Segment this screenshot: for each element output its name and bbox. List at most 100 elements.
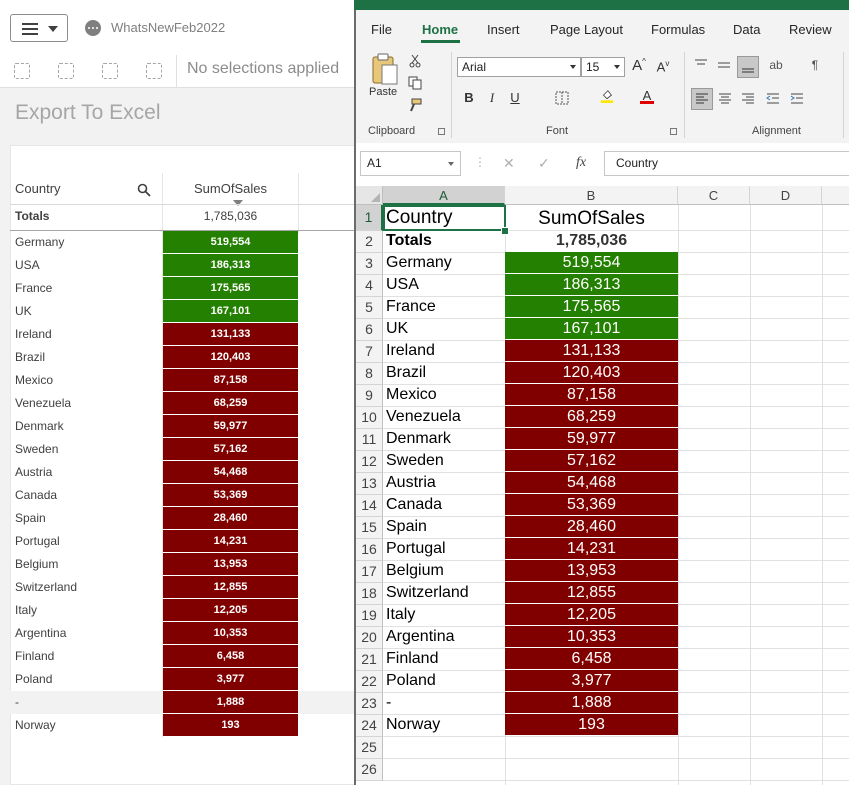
font-size-select[interactable]: 15 (581, 57, 625, 77)
font-launcher-icon[interactable] (670, 128, 677, 135)
cell-sales[interactable]: 14,231 (505, 538, 678, 559)
cell-sales[interactable]: 1,888 (505, 692, 678, 713)
search-icon[interactable] (137, 183, 151, 197)
italic-icon[interactable]: I (486, 90, 498, 106)
table-row[interactable]: Argentina 10,353 (10, 622, 355, 645)
bold-icon[interactable]: B (463, 90, 475, 105)
tab-insert[interactable]: Insert (487, 22, 520, 37)
cell-country[interactable]: Denmark (386, 428, 451, 450)
country-cell[interactable]: USA (15, 258, 40, 272)
cell-b2[interactable]: 1,785,036 (505, 230, 678, 251)
country-cell[interactable]: France (15, 281, 52, 295)
cell-b1[interactable]: SumOfSales (505, 207, 678, 231)
country-cell[interactable]: - (15, 695, 19, 709)
cell-country[interactable]: Poland (386, 670, 436, 692)
row-header[interactable]: 7 (356, 341, 383, 363)
country-cell[interactable]: Germany (15, 235, 64, 249)
country-cell[interactable]: Mexico (15, 373, 53, 387)
cell-country[interactable]: Brazil (386, 362, 426, 384)
table-row[interactable]: Poland 3,977 (10, 668, 355, 691)
paste-icon[interactable] (370, 52, 400, 86)
cell-sales[interactable]: 186,313 (505, 274, 678, 295)
increase-indent-icon[interactable] (790, 92, 804, 106)
orientation-icon[interactable]: ab (766, 58, 786, 72)
global-menu-button[interactable] (10, 14, 68, 42)
table-row[interactable]: USA 186,313 (10, 254, 355, 277)
row-header[interactable]: 3 (356, 253, 383, 275)
cell-country[interactable]: Germany (386, 252, 452, 274)
row-header[interactable]: 18 (356, 583, 383, 605)
tab-file[interactable]: File (371, 22, 392, 37)
cell-sales[interactable]: 57,162 (505, 450, 678, 471)
copy-icon[interactable] (408, 76, 422, 90)
row-header[interactable]: 2 (356, 231, 383, 253)
cell-country[interactable]: Venezuela (386, 406, 461, 428)
row-header[interactable]: 14 (356, 495, 383, 517)
table-row[interactable]: Finland 6,458 (10, 645, 355, 668)
column-header-a[interactable]: A (383, 186, 505, 205)
paste-label[interactable]: Paste (369, 86, 397, 98)
cell-sales[interactable]: 3,977 (505, 670, 678, 691)
cell-sales[interactable]: 87,158 (505, 384, 678, 405)
country-cell[interactable]: Norway (15, 718, 56, 732)
format-painter-icon[interactable] (408, 98, 422, 112)
table-row[interactable]: Venezuela 68,259 (10, 392, 355, 415)
table-row[interactable]: Austria 54,468 (10, 461, 355, 484)
tab-data[interactable]: Data (733, 22, 760, 37)
row-header[interactable]: 5 (356, 297, 383, 319)
align-left-button[interactable] (691, 88, 713, 110)
middle-align-icon[interactable] (717, 58, 731, 72)
table-row[interactable]: Portugal 14,231 (10, 530, 355, 553)
decrease-indent-icon[interactable] (766, 92, 780, 106)
bottom-align-button[interactable] (737, 56, 759, 78)
country-cell[interactable]: Canada (15, 488, 57, 502)
tab-formulas[interactable]: Formulas (651, 22, 705, 37)
cut-icon[interactable] (408, 54, 422, 68)
step-back-icon[interactable] (58, 63, 74, 79)
cell-sales[interactable]: 54,468 (505, 472, 678, 493)
column-header-b[interactable]: B (505, 186, 678, 205)
app-name[interactable]: WhatsNewFeb2022 (111, 20, 225, 35)
increase-font-icon[interactable]: A^ (631, 57, 647, 74)
table-row[interactable]: Mexico 87,158 (10, 369, 355, 392)
cell-country[interactable]: - (386, 692, 391, 714)
cell-sales[interactable]: 53,369 (505, 494, 678, 515)
cell-sales[interactable]: 167,101 (505, 318, 678, 339)
fill-handle[interactable] (501, 227, 509, 235)
select-all-button[interactable] (356, 186, 383, 205)
column-header-c[interactable]: C (678, 186, 750, 205)
row-header[interactable]: 16 (356, 539, 383, 561)
cell-sales[interactable]: 519,554 (505, 252, 678, 273)
row-header[interactable]: 22 (356, 671, 383, 693)
table-row[interactable]: Sweden 57,162 (10, 438, 355, 461)
table-row[interactable]: Switzerland 12,855 (10, 576, 355, 599)
cell-country[interactable]: Argentina (386, 626, 455, 648)
font-color-icon[interactable]: A (640, 88, 654, 104)
cell-country[interactable]: Mexico (386, 384, 437, 406)
country-cell[interactable]: UK (15, 304, 32, 318)
clear-selections-icon[interactable] (146, 63, 162, 79)
row-header[interactable]: 23 (356, 693, 383, 715)
insert-function-icon[interactable]: fx (576, 155, 586, 171)
table-row[interactable]: Germany 519,554 (10, 231, 355, 254)
row-header[interactable]: 11 (356, 429, 383, 451)
cell-a2[interactable]: Totals (386, 230, 432, 252)
cell-sales[interactable]: 193 (505, 714, 678, 735)
row-header[interactable]: 24 (356, 715, 383, 737)
table-row[interactable]: France 175,565 (10, 277, 355, 300)
country-cell[interactable]: Austria (15, 465, 52, 479)
table-row[interactable]: Brazil 120,403 (10, 346, 355, 369)
row-header[interactable]: 26 (356, 759, 383, 781)
cell-sales[interactable]: 28,460 (505, 516, 678, 537)
clipboard-launcher-icon[interactable] (438, 128, 445, 135)
country-cell[interactable]: Spain (15, 511, 46, 525)
cell-country[interactable]: UK (386, 318, 408, 340)
cell-sales[interactable]: 175,565 (505, 296, 678, 317)
cell-sales[interactable]: 10,353 (505, 626, 678, 647)
cell-sales[interactable]: 120,403 (505, 362, 678, 383)
cancel-icon[interactable]: ✕ (503, 155, 515, 172)
font-name-select[interactable]: Arial (457, 57, 581, 77)
borders-icon[interactable] (555, 91, 569, 105)
row-header[interactable]: 6 (356, 319, 383, 341)
column-header-country[interactable]: Country (15, 181, 61, 196)
